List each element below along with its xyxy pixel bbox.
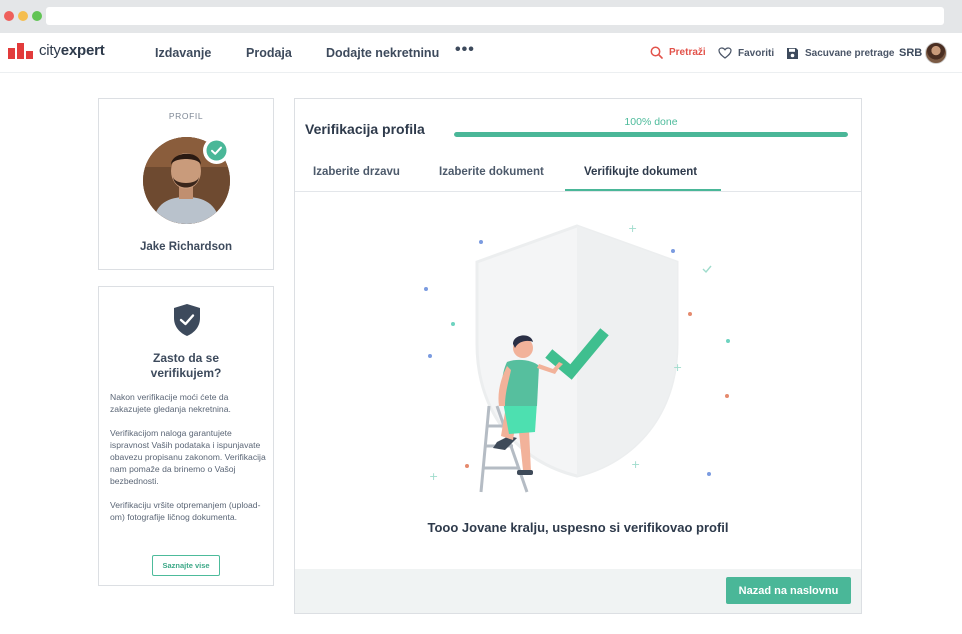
browser-chrome bbox=[0, 0, 962, 33]
verification-footer: Nazad na naslovnu bbox=[295, 569, 861, 613]
progress-label: 100% done bbox=[624, 116, 678, 128]
logo-text: cityexpert bbox=[39, 42, 105, 59]
shield-check-icon bbox=[174, 304, 200, 336]
verified-badge bbox=[203, 137, 230, 164]
learn-more-button[interactable]: Saznajte vise bbox=[152, 555, 220, 576]
profile-name: Jake Richardson bbox=[139, 241, 233, 253]
favorites-link-label: Favoriti bbox=[738, 47, 775, 59]
verification-steps-tabs: Izaberite drzavu Izaberite dokument Veri… bbox=[295, 159, 861, 192]
check-circle-icon bbox=[206, 140, 227, 161]
nav-link-izdavanje[interactable]: Izdavanje bbox=[155, 46, 211, 60]
search-link-label: Pretraži bbox=[669, 47, 706, 58]
why-verify-card: Zasto da se verifikujem? Nakon verifikac… bbox=[98, 286, 274, 586]
page-title: Verifikacija profila bbox=[305, 121, 425, 137]
back-to-home-button[interactable]: Nazad na naslovnu bbox=[726, 577, 851, 604]
active-tab-indicator bbox=[565, 189, 721, 191]
verification-panel: Verifikacija profila 100% done Izaberite… bbox=[294, 98, 862, 614]
window-maximize-button[interactable] bbox=[32, 11, 42, 21]
language-selector[interactable]: SRB bbox=[899, 47, 922, 59]
success-message: Tooo Jovane kralju, uspesno si verifikov… bbox=[427, 520, 729, 535]
why-verify-title: Zasto da se verifikujem? bbox=[150, 351, 222, 380]
why-paragraph: Verifikaciju vršite otpremanjem (upload-… bbox=[110, 500, 261, 522]
search-icon bbox=[650, 46, 663, 59]
search-link[interactable]: Pretraži bbox=[650, 46, 706, 59]
why-paragraph: Verifikacijom naloga garantujete ispravn… bbox=[110, 428, 266, 486]
logo-mark-icon bbox=[8, 42, 34, 59]
top-navigation: cityexpert Izdavanje Prodaja Dodajte nek… bbox=[0, 33, 962, 73]
progress-bar bbox=[454, 132, 848, 137]
cityexpert-logo[interactable]: cityexpert bbox=[8, 42, 105, 59]
saved-searches-label: Sacuvane pretrage bbox=[805, 48, 895, 59]
more-menu-button[interactable]: ••• bbox=[455, 41, 475, 59]
nav-link-dodajte-nekretninu[interactable]: Dodajte nekretninu bbox=[326, 46, 439, 60]
profile-card: PROFIL Jake Richardson bbox=[98, 98, 274, 270]
verification-success-illustration: + + + + bbox=[424, 222, 730, 493]
tab-izaberite-dokument[interactable]: Izaberite dokument bbox=[439, 166, 544, 178]
nav-link-prodaja[interactable]: Prodaja bbox=[246, 46, 292, 60]
progress-bar-fill bbox=[454, 132, 848, 137]
svg-text:+: + bbox=[429, 470, 438, 483]
svg-text:+: + bbox=[628, 222, 637, 235]
tab-izaberite-drzavu[interactable]: Izaberite drzavu bbox=[313, 166, 400, 178]
floppy-disk-icon bbox=[787, 48, 798, 59]
profile-label: PROFIL bbox=[168, 111, 204, 121]
why-verify-text: Nakon verifikacije moći ćete da zakazuje… bbox=[110, 391, 266, 535]
saved-searches-link[interactable]: Sacuvane pretrage bbox=[786, 47, 895, 60]
why-paragraph: Nakon verifikacije moći ćete da zakazuje… bbox=[110, 392, 231, 414]
svg-text:+: + bbox=[631, 458, 640, 471]
heart-icon bbox=[718, 47, 732, 59]
tab-verifikujte-dokument[interactable]: Verifikujte dokument bbox=[584, 166, 697, 178]
window-minimize-button[interactable] bbox=[18, 11, 28, 21]
address-bar[interactable] bbox=[46, 7, 944, 25]
svg-text:+: + bbox=[673, 361, 682, 374]
favorites-link[interactable]: Favoriti bbox=[718, 47, 774, 59]
user-avatar[interactable] bbox=[925, 42, 947, 64]
window-close-button[interactable] bbox=[4, 11, 14, 21]
